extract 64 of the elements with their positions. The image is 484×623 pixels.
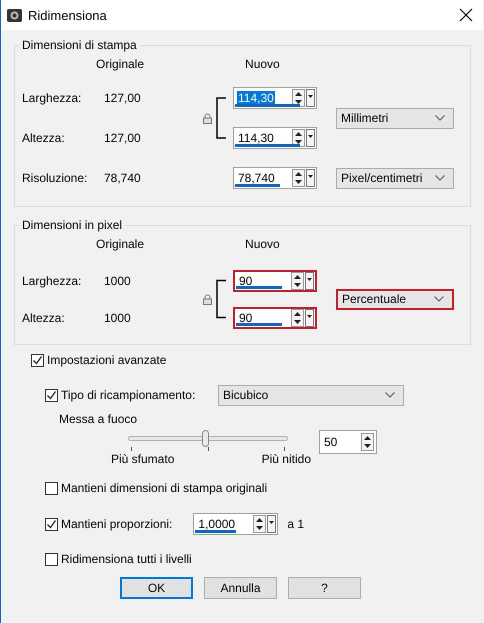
checkbox[interactable] bbox=[31, 354, 44, 366]
scale-label: Più nitido bbox=[262, 452, 311, 466]
checkbox-label[interactable]: Tipo di ricampionamento: bbox=[61, 388, 196, 402]
dialog-button[interactable]: Annulla bbox=[204, 577, 277, 599]
dropdown[interactable]: Percentuale bbox=[336, 288, 454, 310]
spin-field[interactable]: 1,0000 bbox=[193, 513, 278, 535]
chevron-icon bbox=[434, 296, 444, 302]
dropdown[interactable]: Millimetri bbox=[336, 108, 454, 128]
slider[interactable] bbox=[128, 430, 288, 447]
dropdown[interactable]: Pixel/centimetri bbox=[336, 168, 454, 188]
unit-label: a 1 bbox=[287, 517, 304, 531]
spin-field[interactable]: 114,30 bbox=[233, 87, 317, 109]
column-header: Originale bbox=[96, 57, 144, 71]
window-title: Ridimensiona bbox=[28, 8, 107, 22]
scale-tick bbox=[131, 447, 132, 451]
spinner-icon bbox=[253, 515, 276, 533]
field-label: Larghezza: bbox=[22, 91, 82, 105]
dialog-button[interactable]: OK bbox=[120, 577, 193, 599]
spinner-icon bbox=[292, 169, 315, 187]
value-text: 127,00 bbox=[104, 91, 142, 105]
checkbox[interactable] bbox=[45, 518, 58, 530]
checkbox-label[interactable]: Mantieni dimensioni di stampa originali bbox=[61, 481, 268, 495]
slider-label: Messa a fuoco bbox=[59, 412, 138, 426]
value-text: 1000 bbox=[104, 310, 132, 324]
chevron-icon bbox=[385, 392, 395, 398]
chevron-icon bbox=[435, 175, 445, 181]
slider-thumb[interactable] bbox=[202, 430, 210, 447]
lock-icon bbox=[203, 294, 212, 304]
spin-field[interactable]: 114,30 bbox=[233, 127, 317, 149]
value-text: 127,00 bbox=[104, 131, 142, 145]
spin-field[interactable]: 90 bbox=[233, 270, 317, 292]
spinner-icon bbox=[291, 308, 314, 326]
scale-tick bbox=[284, 447, 285, 451]
spin-field[interactable]: 78,740 bbox=[233, 167, 317, 189]
close-icon[interactable] bbox=[459, 8, 473, 22]
lock-icon bbox=[203, 112, 212, 124]
value-text: 1000 bbox=[104, 274, 132, 288]
checkbox[interactable] bbox=[45, 552, 58, 566]
checkbox[interactable] bbox=[45, 388, 58, 402]
dropdown[interactable]: Bicubico bbox=[218, 384, 404, 406]
spinner-icon bbox=[292, 129, 315, 147]
field-label: Larghezza: bbox=[22, 274, 82, 288]
field-label: Risoluzione: bbox=[22, 171, 88, 185]
spinner-icon bbox=[361, 433, 374, 451]
checkbox[interactable] bbox=[45, 482, 58, 494]
spinner-icon bbox=[291, 272, 314, 290]
field-label: Altezza: bbox=[22, 310, 66, 324]
value-text: 78,740 bbox=[104, 171, 142, 185]
group-title: Dimensioni di stampa bbox=[21, 38, 138, 52]
checkbox-label[interactable]: Mantieni proporzioni: bbox=[61, 517, 172, 531]
spin-field[interactable]: 50 bbox=[319, 430, 377, 454]
field-label: Altezza: bbox=[22, 131, 66, 145]
dialog-button[interactable]: ? bbox=[288, 577, 361, 599]
scale-label: Più sfumato bbox=[111, 452, 174, 466]
chevron-icon bbox=[435, 115, 445, 121]
checkbox-label[interactable]: Ridimensiona tutti i livelli bbox=[61, 552, 192, 566]
column-header: Nuovo bbox=[245, 237, 280, 251]
group-title: Dimensioni in pixel bbox=[21, 218, 124, 232]
spin-field[interactable]: 90 bbox=[233, 306, 317, 328]
checkbox-label[interactable]: Impostazioni avanzate bbox=[47, 353, 166, 367]
column-header: Originale bbox=[96, 237, 144, 251]
camera-icon bbox=[7, 8, 22, 22]
spinner-icon bbox=[292, 89, 315, 107]
column-header: Nuovo bbox=[245, 57, 280, 71]
